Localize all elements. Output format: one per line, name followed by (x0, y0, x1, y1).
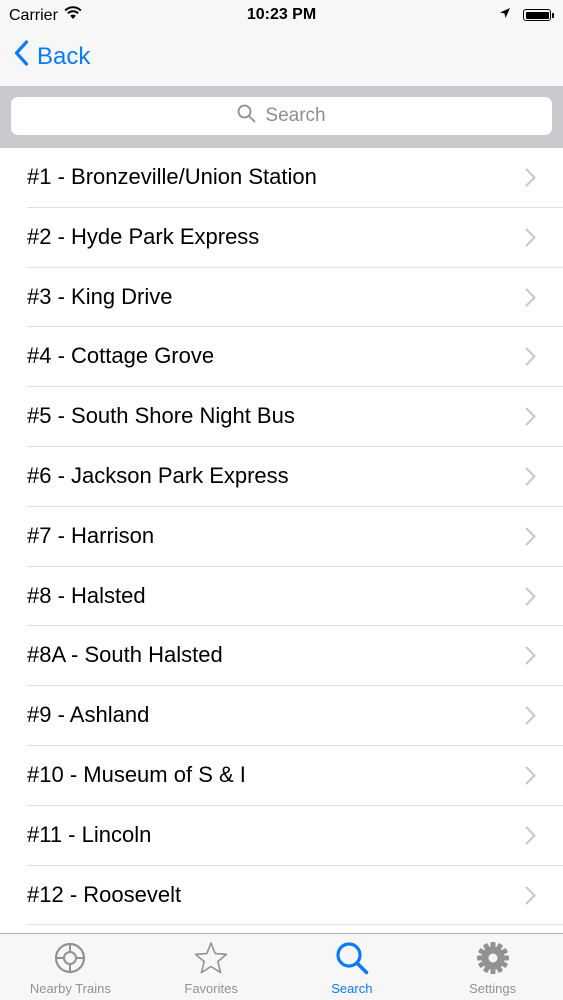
route-label: #2 - Hyde Park Express (27, 223, 260, 249)
back-label: Back (37, 42, 91, 70)
chevron-right-icon (525, 587, 536, 611)
route-label: #5 - South Shore Night Bus (27, 403, 295, 429)
search-placeholder: Search (265, 105, 326, 126)
tab-favorites[interactable]: Favorites (141, 934, 282, 1000)
route-row[interactable]: #12 - Roosevelt (27, 866, 563, 926)
route-label: #7 - Harrison (27, 522, 155, 548)
star-icon (194, 941, 228, 981)
tab-settings[interactable]: Settings (422, 934, 563, 1000)
chevron-right-icon (525, 407, 536, 431)
tab-bar: Nearby Trains Favorites Search Settings (0, 933, 563, 1000)
route-label: #11 - Lincoln (27, 821, 152, 847)
route-row[interactable]: #8A - South Halsted (27, 626, 563, 687)
route-row[interactable]: #4 - Cottage Grove (27, 327, 563, 388)
search-input[interactable]: Search (11, 97, 552, 135)
tab-label: Nearby Trains (29, 981, 111, 996)
chevron-right-icon (525, 826, 536, 850)
chevron-right-icon (525, 168, 536, 192)
tab-label: Settings (469, 981, 517, 996)
route-row[interactable]: #5 - South Shore Night Bus (27, 387, 563, 447)
chevron-right-icon (525, 467, 536, 491)
route-label: #3 - King Drive (27, 283, 173, 309)
chevron-right-icon (525, 706, 536, 730)
route-row[interactable]: #2 - Hyde Park Express (27, 208, 563, 268)
tab-search[interactable]: Search (282, 934, 423, 1000)
route-row[interactable]: #10 - Museum of S & I (27, 746, 563, 806)
route-list: #1 - Bronzeville/Union Station #2 - Hyde … (0, 148, 563, 926)
navigation-bar: Back (0, 30, 563, 86)
chevron-right-icon (525, 527, 536, 551)
chevron-right-icon (525, 646, 536, 670)
route-row[interactable]: #1 - Bronzeville/Union Station (27, 148, 563, 208)
back-button[interactable]: Back (14, 40, 90, 73)
status-bar: Carrier 10:23 PM (0, 0, 563, 30)
route-row[interactable]: #7 - Harrison (27, 507, 563, 567)
route-label: #8A - South Halsted (27, 642, 223, 668)
chevron-right-icon (525, 766, 536, 790)
tab-label: Search (331, 981, 373, 996)
crosshair-icon (53, 941, 87, 981)
location-arrow-icon (499, 6, 511, 24)
route-label: #8 - Halsted (27, 582, 146, 608)
magnifier-icon (335, 941, 369, 981)
route-row[interactable]: #6 - Jackson Park Express (27, 447, 563, 507)
route-label: #10 - Museum of S & I (27, 761, 246, 787)
status-right (499, 6, 554, 24)
chevron-right-icon (525, 228, 536, 252)
route-label: #6 - Jackson Park Express (27, 462, 289, 488)
tab-label: Favorites (184, 981, 238, 996)
chevron-right-icon (525, 886, 536, 910)
search-bar: Search (0, 86, 563, 148)
route-label: #9 - Ashland (27, 702, 150, 728)
route-label: #4 - Cottage Grove (27, 343, 215, 369)
route-row[interactable]: #3 - King Drive (27, 268, 563, 328)
chevron-right-icon (525, 288, 536, 312)
chevron-right-icon (525, 347, 536, 371)
route-row[interactable]: #11 - Lincoln (27, 806, 563, 866)
route-label: #1 - Bronzeville/Union Station (27, 164, 317, 189)
route-label: #12 - Roosevelt (27, 881, 182, 907)
gear-icon (476, 941, 510, 981)
search-icon (237, 104, 265, 129)
chevron-left-icon (14, 40, 37, 73)
route-row[interactable]: #8 - Halsted (27, 567, 563, 627)
route-row[interactable]: #9 - Ashland (27, 686, 563, 746)
battery-icon (523, 9, 554, 21)
tab-nearby-trains[interactable]: Nearby Trains (0, 934, 141, 1000)
status-time: 10:23 PM (246, 6, 317, 23)
